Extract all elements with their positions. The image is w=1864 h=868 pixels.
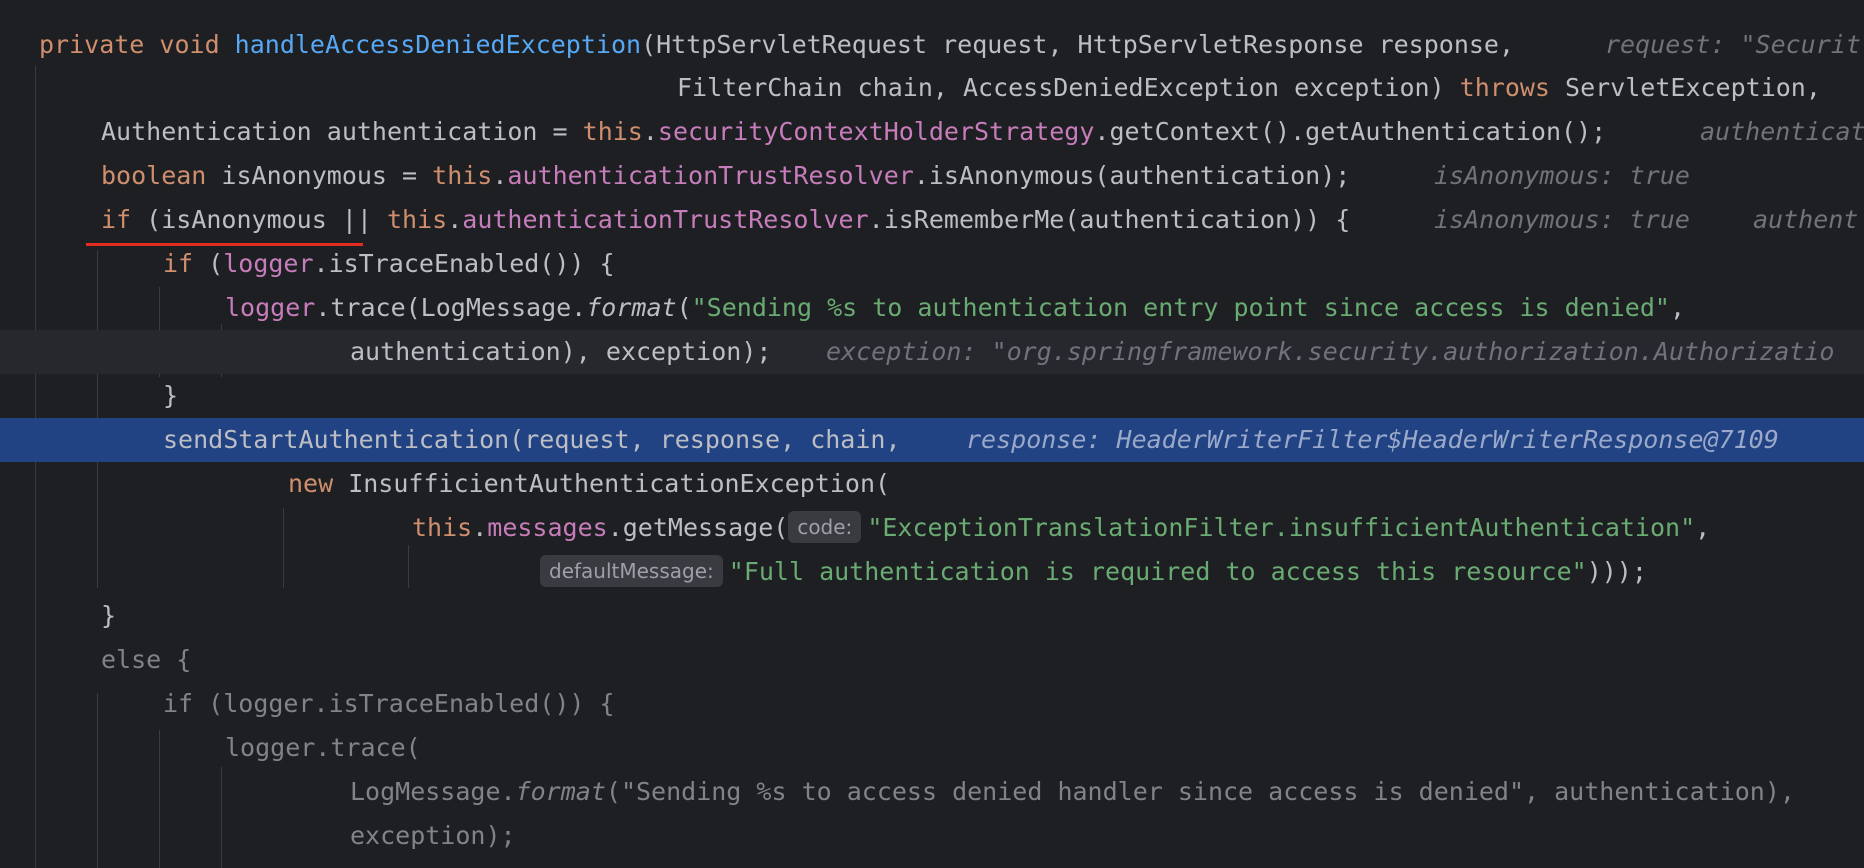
inline-debug-hint: isAnonymous: true (1434, 161, 1690, 190)
code-line-4[interactable]: boolean isAnonymous = this.authenticatio… (0, 154, 1864, 198)
code-text: . (492, 161, 508, 190)
code-text: .getMessage( (607, 513, 789, 542)
code-text: . (472, 513, 488, 542)
code-line-6[interactable]: if (logger.isTraceEnabled()) { (0, 242, 1864, 286)
parameter-hint: defaultMessage: (540, 555, 723, 587)
keyword: else (101, 645, 162, 674)
code-text: (isAnonymous || (131, 205, 387, 234)
field-reference: securityContextHolderStrategy (657, 117, 1095, 146)
code-text: FilterChain chain, AccessDeniedException… (677, 73, 1460, 102)
code-text: ))); (1586, 557, 1647, 586)
code-text: } (101, 601, 117, 630)
code-text: } (163, 381, 179, 410)
inline-debug-hint: request: "Securit (1605, 30, 1861, 59)
code-line-11[interactable]: new InsufficientAuthenticationException( (0, 462, 1864, 506)
code-text: .isAnonymous(authentication); (913, 161, 1351, 190)
field-reference: authenticationTrustResolver (462, 205, 869, 234)
field-reference: messages (487, 513, 608, 542)
code-line-3[interactable]: Authentication authentication = this.sec… (0, 110, 1864, 154)
code-line-15[interactable]: else { (0, 638, 1864, 682)
code-text: .trace(LogMessage. (315, 293, 587, 322)
keyword: this (386, 205, 448, 234)
code-text: , (1695, 513, 1711, 542)
keyword: if (101, 205, 132, 234)
code-text: exception); (350, 821, 516, 850)
keyword: boolean (101, 161, 207, 190)
parameter-hint: code: (788, 511, 862, 543)
field-reference: authenticationTrustResolver (507, 161, 914, 190)
inline-debug-hint: authenticat (1700, 117, 1864, 146)
keyword: this (582, 117, 643, 146)
code-line-18[interactable]: LogMessage.format("Sending %s to access … (0, 770, 1864, 814)
code-line-14[interactable]: } (0, 594, 1864, 638)
code-line-8[interactable]: authentication), exception); exception: … (0, 330, 1864, 374)
code-text: (HttpServletRequest request, HttpServlet… (641, 30, 1515, 59)
code-text: . (642, 117, 658, 146)
code-line-5[interactable]: if (isAnonymous || this.authenticationTr… (0, 198, 1864, 242)
code-line-19[interactable]: exception); (0, 814, 1864, 858)
code-text: .isRememberMe(authentication)) { (868, 205, 1351, 234)
code-line-2[interactable]: FilterChain chain, AccessDeniedException… (0, 66, 1864, 110)
inline-debug-hint: exception: "org.springframework.security… (826, 337, 1835, 366)
keyword: new (288, 469, 334, 498)
code-text: sendStartAuthentication(request, respons… (163, 425, 901, 454)
keyword: if (163, 689, 194, 718)
code-text: .getContext().getAuthentication(); (1094, 117, 1607, 146)
code-text: logger.trace( (225, 733, 421, 762)
code-text: InsufficientAuthenticationException( (333, 469, 891, 498)
code-line-13[interactable]: defaultMessage: "Full authentication is r… (0, 550, 1864, 594)
code-text: ( (193, 249, 224, 278)
inline-debug-hint: isAnonymous: true (1434, 205, 1690, 234)
string-literal: "ExceptionTranslationFilter.insufficient… (867, 513, 1696, 542)
inline-debug-hint: authent (1753, 205, 1859, 234)
code-text: , (1669, 293, 1686, 322)
code-text: (logger.isTraceEnabled()) { (193, 689, 615, 718)
code-line-17[interactable]: logger.trace( (0, 726, 1864, 770)
code-line-1[interactable]: private void handleAccessDeniedException… (0, 23, 1864, 67)
code-text: , authentication), (1524, 777, 1795, 806)
inline-debug-hint: response: HeaderWriterFilter$HeaderWrite… (966, 425, 1779, 454)
string-literal: "Full authentication is required to acce… (728, 557, 1587, 586)
code-text: . (447, 205, 463, 234)
code-line-16[interactable]: if (logger.isTraceEnabled()) { (0, 682, 1864, 726)
keyword: this (412, 513, 473, 542)
code-text: .isTraceEnabled()) { (313, 249, 615, 278)
field-reference: logger (225, 293, 316, 322)
code-line-7[interactable]: logger.trace(LogMessage.format("Sending … (0, 286, 1864, 330)
code-text: Authentication authentication = (101, 117, 583, 146)
code-text: authentication), exception); (350, 337, 772, 366)
field-reference: logger (223, 249, 314, 278)
code-text: ServletException, (1549, 73, 1821, 102)
code-text: { (161, 645, 192, 674)
code-line-12[interactable]: this.messages.getMessage(code: "Exception… (0, 506, 1864, 550)
keyword: if (163, 249, 194, 278)
code-text: LogMessage. (350, 777, 516, 806)
code-text: ( (676, 293, 692, 322)
execution-line[interactable]: sendStartAuthentication(request, respons… (0, 418, 1864, 462)
keyword: throws (1459, 73, 1550, 102)
string-literal: "Sending %s to authentication entry poin… (691, 293, 1670, 322)
string-literal: "Sending %s to access denied handler sin… (620, 777, 1525, 806)
code-text: isAnonymous = (206, 161, 433, 190)
keyword: this (432, 161, 493, 190)
keyword: private void (39, 30, 235, 59)
code-editor[interactable]: private void handleAccessDeniedException… (0, 0, 1864, 868)
code-line-9[interactable]: } (0, 374, 1864, 418)
static-method: format (586, 293, 677, 322)
static-method: format (515, 777, 606, 806)
code-text: ( (605, 777, 621, 806)
method-name: handleAccessDeniedException (234, 30, 642, 59)
